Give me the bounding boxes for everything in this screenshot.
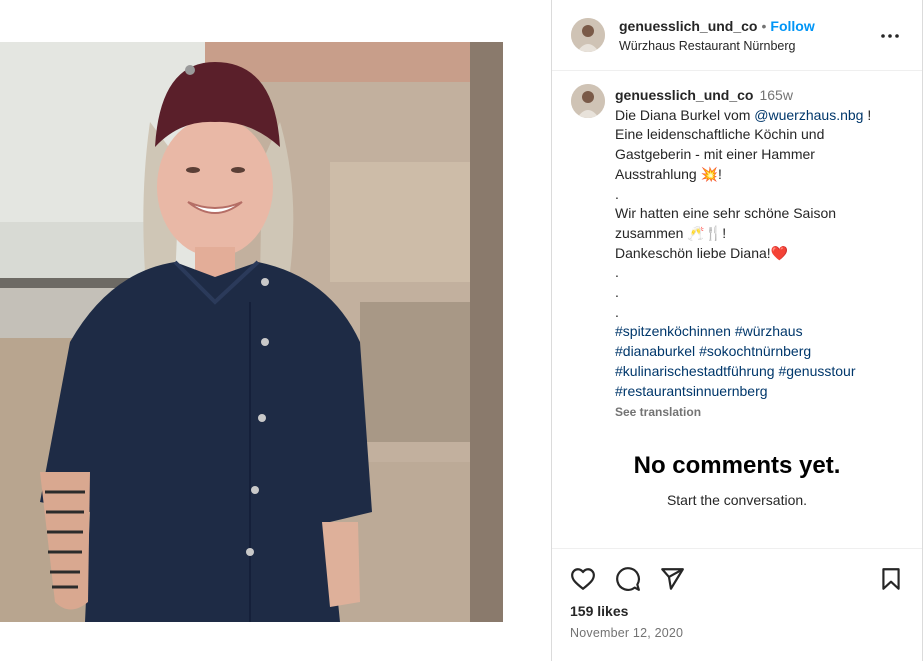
comment-icon[interactable]	[615, 566, 641, 592]
caption-line: Wir hatten eine sehr schöne Saison	[615, 205, 837, 222]
separator-dot: •	[761, 18, 767, 34]
avatar-image	[571, 18, 605, 52]
avatar-image	[571, 84, 605, 118]
hashtag-line: #spitzenköchinnen #würzhaus	[615, 322, 905, 342]
caption-text-part: !	[718, 165, 722, 182]
caption-line: Die Diana Burkel vom @wuerzhaus.nbg !	[615, 106, 905, 126]
caption-text-part: zusammen	[615, 224, 688, 241]
caption-text: genuesslich_und_co 165w Die Diana Burkel …	[615, 86, 905, 423]
caption-line: .	[615, 185, 619, 202]
caption-line: Dankeschön liebe Diana!❤️	[615, 244, 905, 264]
photo-illustration	[0, 42, 503, 622]
heart-emoji: ❤️	[770, 244, 789, 261]
caption-header-line: genuesslich_und_co 165w	[615, 86, 905, 106]
hashtag-link[interactable]: #dianaburkel	[615, 343, 695, 359]
no-comments-title: No comments yet.	[633, 452, 841, 479]
follow-button[interactable]: Follow	[770, 18, 814, 34]
caption-text-part: Dankeschön liebe Diana!	[615, 244, 771, 261]
avatar[interactable]	[571, 84, 605, 118]
hashtag-link[interactable]: #genusstour	[778, 363, 855, 379]
hashtag-link[interactable]: #würzhaus	[735, 323, 803, 339]
post-side-panel: genuesslich_und_co • Follow Würzhaus Resta…	[551, 0, 923, 661]
post-header: genuesslich_und_co • Follow Würzhaus Resta…	[552, 0, 922, 71]
start-conversation-text: Start the conversation.	[666, 492, 808, 508]
mention-link[interactable]: @wuerzhaus.nbg	[754, 107, 863, 123]
caption-line: .	[615, 284, 619, 301]
caption-text-part: Ausstrahlung	[615, 165, 701, 182]
caption-time[interactable]: 165w	[759, 87, 792, 103]
hashtag-link[interactable]: #sokochtnürnberg	[699, 343, 811, 359]
post-media-area	[0, 0, 551, 661]
caption-line: .	[615, 264, 619, 281]
location-link[interactable]: Würzhaus Restaurant Nürnberg	[619, 39, 795, 53]
post-dialog: genuesslich_und_co • Follow Würzhaus Resta…	[0, 0, 923, 661]
caption-line: Eine leidenschaftliche Köchin und	[615, 126, 825, 143]
caption-line: .	[615, 303, 619, 320]
caption-section: genuesslich_und_co 165w Die Diana Burkel …	[552, 72, 922, 548]
header-user-line: genuesslich_und_co • Follow	[619, 18, 815, 34]
actions-bar: 159 likes November 12, 2020	[552, 548, 922, 661]
caption-text-part: !	[722, 224, 727, 241]
caption-line: zusammen 🥂🍴!	[615, 224, 905, 244]
more-options-icon[interactable]	[878, 24, 902, 48]
share-icon[interactable]	[659, 566, 685, 592]
see-translation-link[interactable]: See translation	[615, 403, 905, 423]
collision-emoji: 💥	[700, 165, 719, 182]
heart-icon[interactable]	[570, 566, 596, 592]
post-photo[interactable]	[0, 42, 503, 622]
cheers-emoji: 🥂🍴	[687, 224, 723, 241]
hashtag-line: #restaurantsinnuernberg	[615, 382, 905, 402]
hashtag-link[interactable]: #kulinarischestadtführung	[615, 363, 775, 379]
hashtag-line: #dianaburkel #sokochtnürnberg	[615, 342, 905, 362]
caption-line: Gastgeberin - mit einer Hammer	[615, 146, 815, 163]
hashtag-link[interactable]: #spitzenköchinnen	[615, 323, 731, 339]
username-link[interactable]: genuesslich_und_co	[619, 18, 757, 34]
avatar[interactable]	[571, 18, 605, 52]
caption-text-part: Die Diana Burkel vom	[615, 106, 755, 123]
post-date[interactable]: November 12, 2020	[570, 626, 683, 640]
likes-count[interactable]: 159 likes	[570, 603, 628, 619]
caption-username[interactable]: genuesslich_und_co	[615, 87, 753, 103]
hashtag-line: #kulinarischestadtführung #genusstour	[615, 362, 905, 382]
hashtag-link[interactable]: #restaurantsinnuernberg	[615, 383, 768, 399]
caption-text-part: !	[863, 106, 872, 123]
caption-line: Ausstrahlung 💥!	[615, 165, 905, 185]
bookmark-icon[interactable]	[878, 566, 904, 592]
